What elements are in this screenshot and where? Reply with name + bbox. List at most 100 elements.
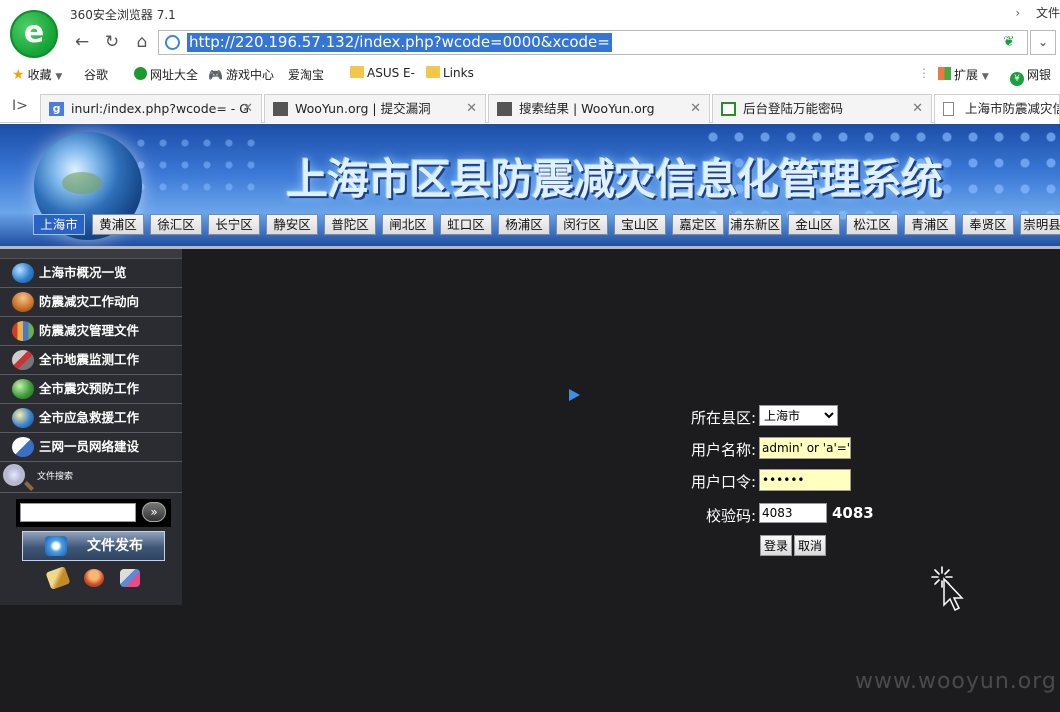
district-tab[interactable]: 金山区 (788, 214, 840, 235)
chevron-down-icon[interactable]: ▼ (982, 72, 989, 82)
username-input[interactable] (759, 437, 851, 459)
toolbar-divider: ⋮ (918, 66, 930, 80)
chevron-right-icon[interactable]: › (1015, 6, 1020, 20)
document-icon (12, 437, 34, 457)
district-tab[interactable]: 静安区 (266, 214, 318, 235)
bookmark-asus[interactable]: ASUS E- (350, 66, 415, 80)
url-text[interactable]: http://220.196.57.132/index.php?wcode=00… (187, 33, 612, 52)
browser-logo-icon: e (10, 10, 58, 58)
tab-wooyun-submit[interactable]: WooYun.org | 提交漏洞 ✕ (264, 94, 486, 123)
district-tab[interactable]: 奉贤区 (962, 214, 1014, 235)
publish-label: 文件发布 (87, 538, 143, 554)
verify-code-input[interactable] (759, 503, 827, 523)
district-select[interactable]: 上海市 (759, 405, 838, 426)
bookmark-hao[interactable]: 网址大全 (134, 66, 198, 83)
file-search-heading: 文件搜索 (0, 462, 182, 493)
bookmark-taobao[interactable]: 爱淘宝 (288, 66, 324, 328)
refresh-icon[interactable]: ↻ (100, 31, 124, 53)
wooyun-icon (273, 102, 288, 116)
sidebar-item-seismic-monitoring[interactable]: 全市地震监测工作 (0, 346, 182, 375)
district-tab[interactable]: 崇明县 (1020, 214, 1060, 235)
home-icon[interactable]: ⌂ (130, 31, 154, 53)
district-tab[interactable]: 徐汇区 (150, 214, 202, 235)
site-icon (721, 102, 736, 116)
globe-icon (12, 263, 34, 283)
site-banner: 上海市区县防震减灾信息化管理系统 上海市 黄浦区 徐汇区 长宁区 静安区 普陀区 闸北区 虹口… (0, 124, 1060, 247)
online-bank-button[interactable]: ¥ 网银 (1010, 66, 1051, 86)
file-search-box: » (16, 499, 171, 527)
username-label: 用户名称: (690, 441, 756, 459)
sidebar-item-network-building[interactable]: 三网一员网络建设 (0, 433, 182, 462)
district-tab[interactable]: 嘉定区 (672, 214, 724, 235)
back-arrow-icon[interactable]: ← (70, 31, 94, 53)
close-icon[interactable]: ✕ (466, 95, 477, 122)
wooyun-icon (497, 102, 512, 116)
gamepad-icon: 🎮 (208, 68, 223, 82)
login-buttons: 登录 取消 (760, 535, 828, 556)
sidebar-item-management-docs[interactable]: 防震减灾管理文件 (0, 317, 182, 346)
district-tab[interactable]: 杨浦区 (498, 214, 550, 235)
page-body: 上海市概况一览 防震减灾工作动向 防震减灾管理文件 全市地震监测工作 全市震灾预… (0, 249, 1060, 712)
file-menu[interactable]: 文件 (1036, 6, 1060, 20)
district-tab[interactable]: 浦东新区 (728, 214, 782, 235)
sidebar-toggle-icon[interactable]: I> (12, 98, 28, 114)
district-label: 所在县区: (690, 409, 756, 427)
bookmark-games[interactable]: 🎮 游戏中心 (208, 66, 274, 83)
person-icon (12, 292, 34, 312)
district-tab[interactable]: 长宁区 (208, 214, 260, 235)
tab-strip: I> g inurl:/index.php?wcode= - G ✕ WooYun.… (0, 92, 1060, 124)
magic-wand-icon[interactable] (120, 569, 140, 587)
password-input[interactable] (759, 469, 851, 491)
address-bar[interactable]: http://220.196.57.132/index.php?wcode=00… (158, 30, 1028, 55)
window-top-right: › 文件 (1015, 4, 1060, 21)
star-icon: ★ (12, 67, 25, 83)
folder-icon (426, 66, 440, 78)
address-dropdown-icon[interactable]: ⌄ (1030, 30, 1056, 55)
search-go-button[interactable]: » (142, 502, 166, 522)
district-tab[interactable]: 虹口区 (440, 214, 492, 235)
site-globe-icon (165, 35, 180, 50)
extensions-button[interactable]: 扩展 ▼ (938, 66, 989, 83)
tab-shanghai-current[interactable]: 上海市防震减灾信 (934, 94, 1060, 124)
banner-decoration (130, 132, 260, 202)
close-icon[interactable]: ✕ (912, 95, 923, 122)
district-nav: 上海市 黄浦区 徐汇区 长宁区 静安区 普陀区 闸北区 虹口区 杨浦区 闵行区 宝山区 嘉定区 浦东新区… (0, 210, 1060, 240)
file-search-input[interactable] (20, 503, 136, 522)
user-icon[interactable] (84, 569, 104, 587)
sidebar-item-disaster-prevention[interactable]: 全市震灾预防工作 (0, 375, 182, 404)
google-icon: g (49, 102, 64, 116)
district-tab[interactable]: 青浦区 (904, 214, 956, 235)
bookmark-google[interactable]: 谷歌 (84, 66, 108, 328)
yen-icon: ¥ (1010, 72, 1024, 86)
sidebar-item-work-news[interactable]: 防震减灾工作动向 (0, 288, 182, 317)
district-tab[interactable]: 松江区 (846, 214, 898, 235)
tab-google-search[interactable]: g inurl:/index.php?wcode= - G ✕ (40, 94, 262, 123)
watermark: www.wooyun.org (855, 669, 1057, 694)
district-tab[interactable]: 宝山区 (614, 214, 666, 235)
district-tab[interactable]: 闵行区 (556, 214, 608, 235)
sidebar-item-overview[interactable]: 上海市概况一览 (0, 259, 182, 288)
close-icon[interactable]: ✕ (242, 95, 253, 122)
close-icon[interactable]: ✕ (690, 95, 701, 122)
login-button[interactable]: 登录 (760, 535, 793, 556)
tab-universal-password[interactable]: 后台登陆万能密码 ✕ (712, 94, 932, 123)
folder-icon (350, 66, 364, 78)
site-icon (134, 67, 147, 80)
bookmark-favorites[interactable]: ★ 收藏 ▼ (12, 66, 62, 83)
district-tab[interactable]: 闸北区 (382, 214, 434, 235)
verify-code-label: 校验码: (705, 507, 756, 525)
district-tab[interactable]: 黄浦区 (92, 214, 144, 235)
bookmark-links[interactable]: Links (426, 66, 474, 80)
extensions-icon (938, 67, 951, 80)
file-publish-button[interactable]: 文件发布 (22, 531, 165, 561)
tab-wooyun-search[interactable]: 搜索结果 | WooYun.org ✕ (488, 94, 710, 123)
site-title: 上海市区县防震减灾信息化管理系统 (286, 155, 943, 204)
password-row: 用户口令: (660, 469, 890, 493)
arrow-marker-icon (569, 389, 580, 401)
chevron-down-icon[interactable]: ▼ (55, 72, 62, 82)
security-leaf-icon[interactable]: ❦ (1003, 34, 1019, 50)
cancel-button[interactable]: 取消 (794, 535, 827, 556)
district-tab[interactable]: 上海市 (33, 214, 85, 235)
district-tab[interactable]: 普陀区 (324, 214, 376, 235)
sidebar-item-emergency-rescue[interactable]: 全市应急救援工作 (0, 404, 182, 433)
